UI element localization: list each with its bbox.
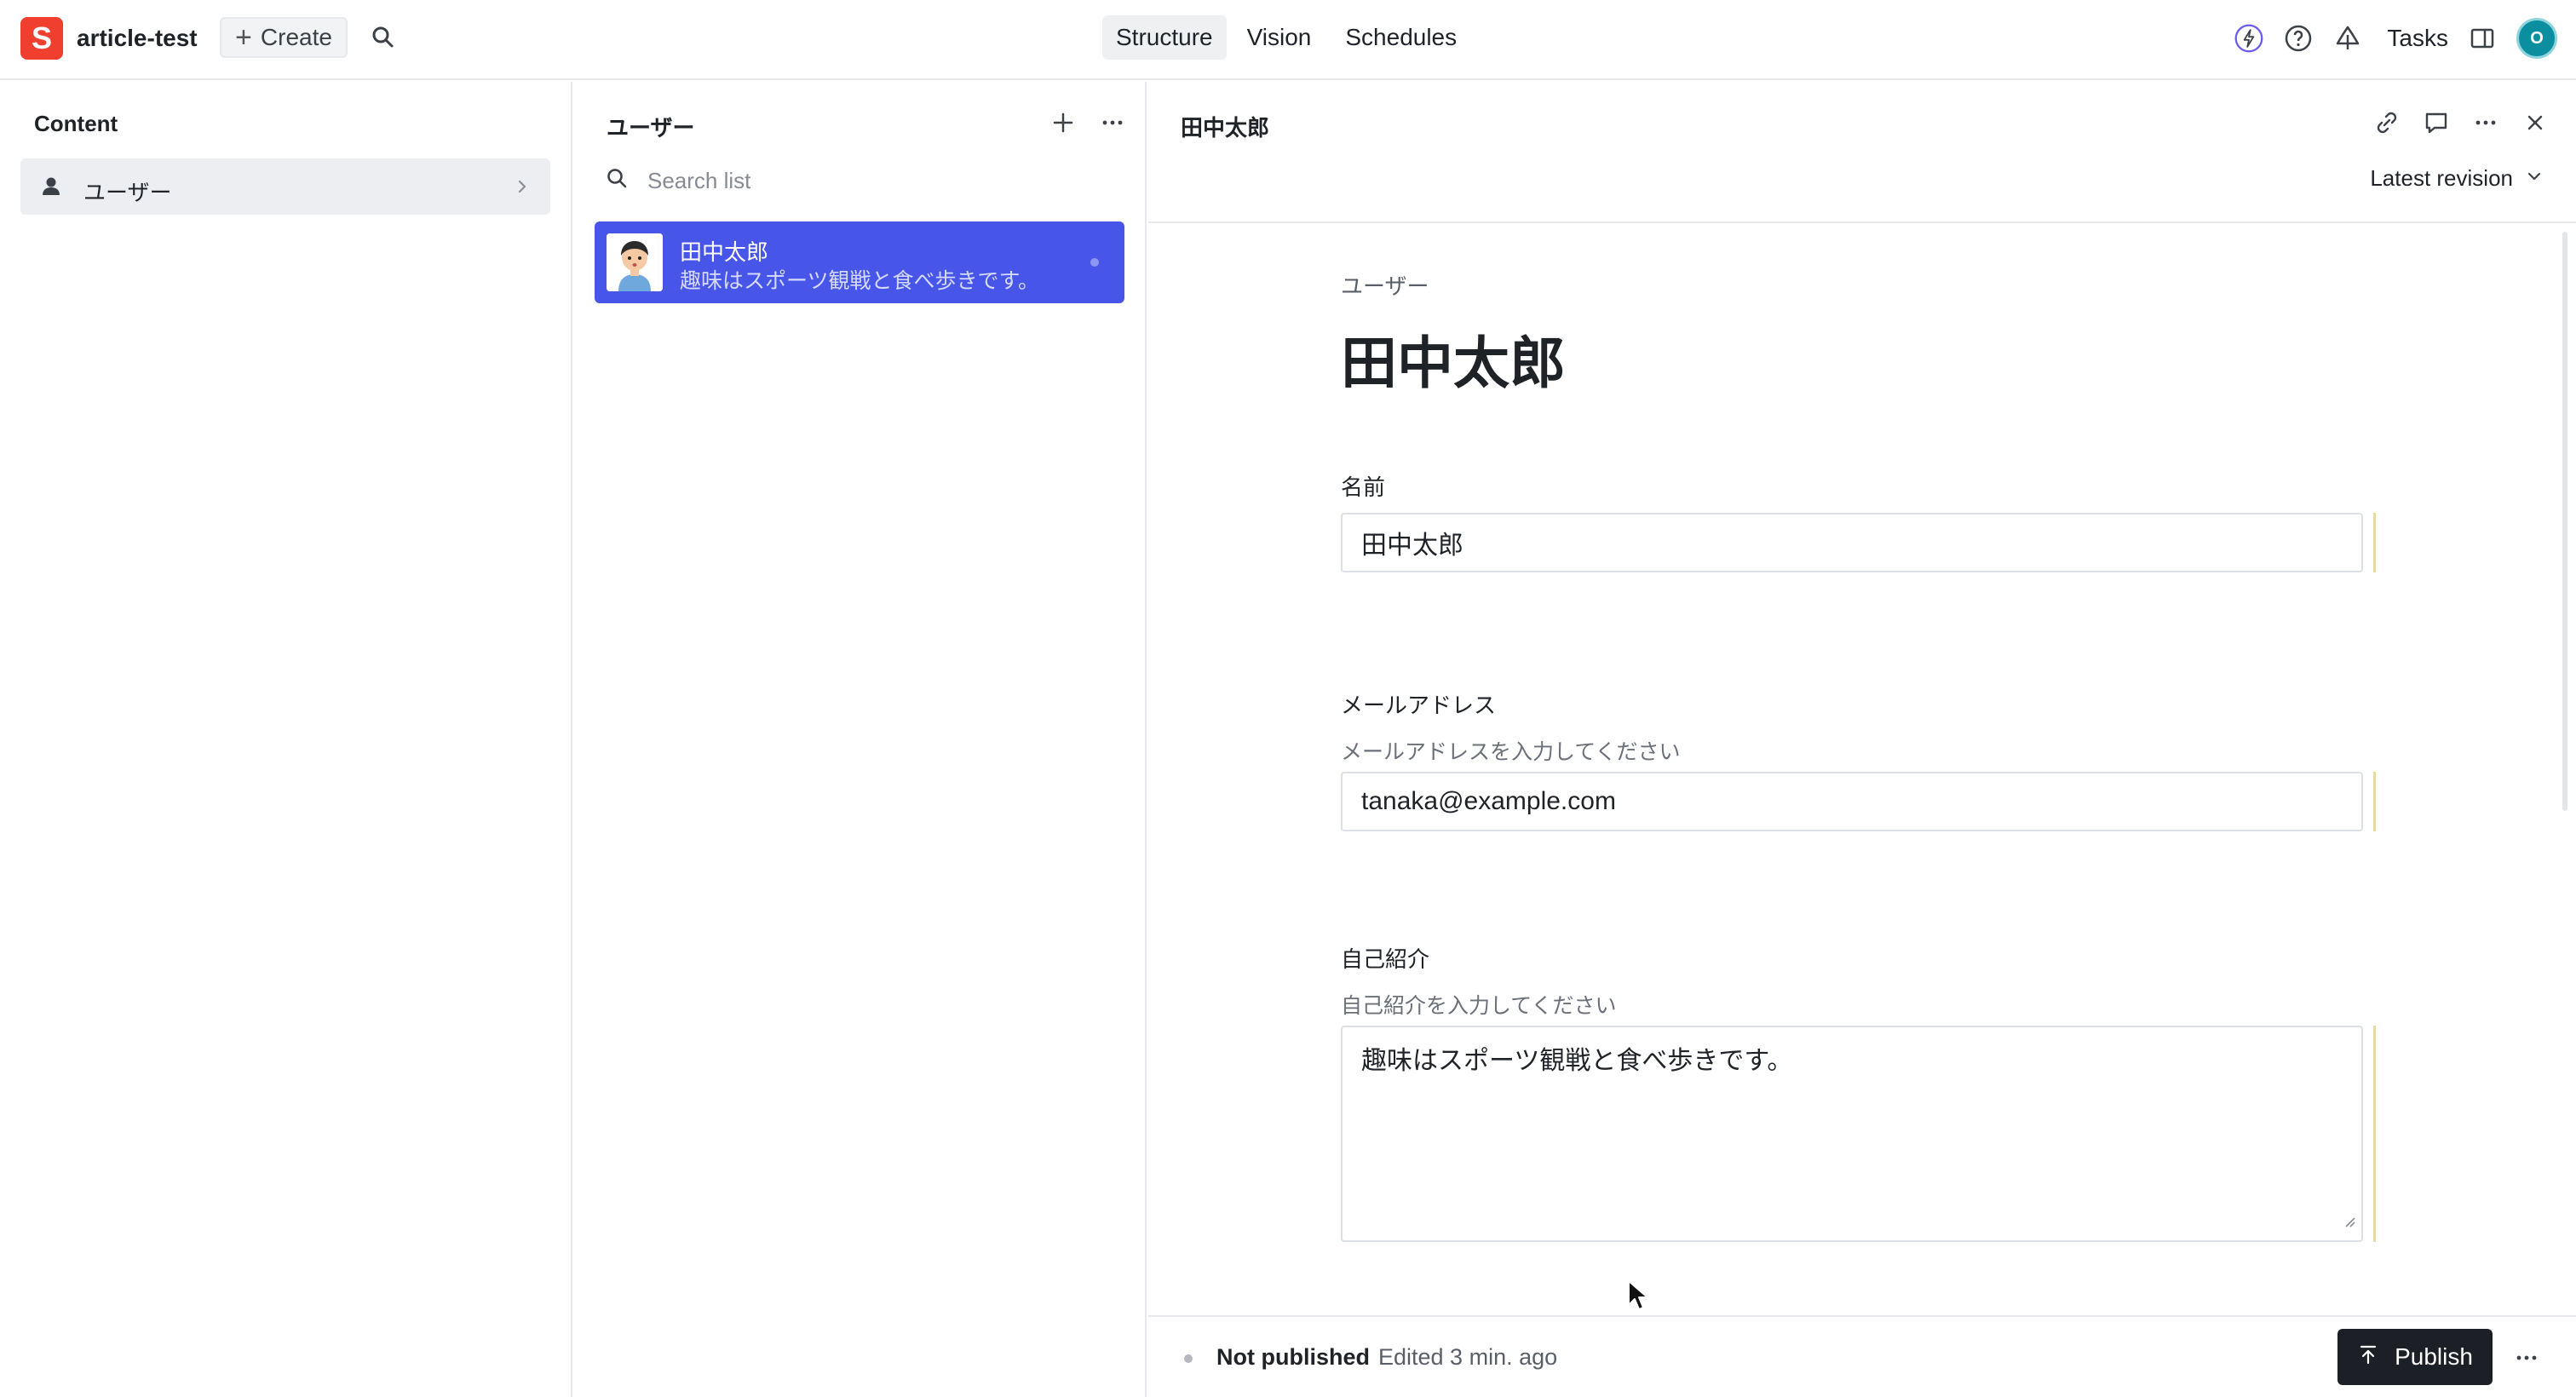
email-input[interactable]: tanaka@example.com	[1341, 772, 2363, 831]
link-icon[interactable]	[2372, 107, 2402, 142]
sanity-logo[interactable]: S	[20, 17, 63, 60]
list-item[interactable]: 田中太郎 趣味はスポーツ観戦と食べ歩きです。	[595, 221, 1124, 303]
publish-button[interactable]: Publish	[2337, 1329, 2493, 1385]
draft-status-dot	[1090, 258, 1099, 267]
bio-field-description: 自己紹介を入力してください	[1341, 994, 1617, 1018]
edited-timestamp: Edited 3 min. ago	[1378, 1344, 1558, 1370]
bio-textarea[interactable]: 趣味はスポーツ観戦と食べ歩きです。	[1341, 1026, 2363, 1242]
comment-icon[interactable]	[2421, 107, 2452, 142]
bolt-icon[interactable]	[2234, 23, 2264, 54]
document-list-pane: ユーザー 田中太郎 趣味はスポーツ観戦と食べ歩きで	[574, 82, 1147, 1397]
publish-icon	[2357, 1343, 2379, 1371]
user-avatar[interactable]: O	[2516, 18, 2557, 59]
change-indicator	[2373, 1026, 2376, 1242]
name-field-label: 名前	[1341, 474, 1386, 500]
revision-selector[interactable]: Latest revision	[2370, 165, 2544, 192]
project-name[interactable]: article-test	[77, 25, 198, 52]
top-navbar: S article-test + Create Structure Vision…	[0, 0, 2576, 80]
content-pane-title: Content	[34, 111, 118, 136]
more-actions-icon[interactable]	[2511, 1342, 2542, 1377]
list-search	[605, 164, 1116, 198]
document-type-label: ユーザー	[1341, 273, 1429, 299]
tasks-label[interactable]: Tasks	[2387, 25, 2448, 52]
scrollbar[interactable]	[2562, 232, 2567, 811]
resize-handle-icon[interactable]	[2343, 1206, 2356, 1235]
publish-status: Not published	[1216, 1344, 1370, 1370]
email-field: メールアドレス メールアドレスを入力してください tanaka@example.…	[1341, 688, 2383, 831]
tab-structure[interactable]: Structure	[1102, 15, 1227, 60]
document-header: 田中太郎 Latest revision	[1148, 82, 2576, 223]
bio-field-label: 自己紹介	[1341, 946, 1430, 972]
more-options-icon[interactable]	[2470, 107, 2501, 142]
chevron-right-icon	[513, 177, 532, 200]
help-icon[interactable]	[2283, 23, 2314, 54]
chevron-down-icon	[2525, 165, 2544, 192]
document-header-title: 田中太郎	[1181, 115, 1270, 141]
name-field: 名前 田中太郎	[1341, 470, 2383, 572]
panel-toggle-icon[interactable]	[2467, 23, 2498, 54]
community-icon[interactable]	[2332, 23, 2363, 54]
create-button[interactable]: + Create	[220, 17, 348, 58]
email-field-label: メールアドレス	[1341, 693, 1497, 718]
status-dot	[1184, 1354, 1193, 1363]
revision-label: Latest revision	[2370, 165, 2513, 191]
content-pane: Content ユーザー	[0, 82, 572, 1397]
person-icon	[39, 175, 63, 203]
mouse-cursor-icon	[1627, 1279, 1651, 1318]
content-item-label: ユーザー	[83, 180, 172, 205]
list-item-subtitle: 趣味はスポーツ観戦と食べ歩きです。	[680, 269, 1040, 293]
document-editor-pane: 田中太郎 Latest revision ユーザー 田中太郎 名前 田中太郎 メ…	[1148, 82, 2576, 1397]
document-heading: 田中太郎	[1341, 331, 1566, 394]
tab-vision[interactable]: Vision	[1233, 15, 1325, 60]
more-options-icon[interactable]	[1097, 107, 1128, 142]
search-icon	[605, 166, 630, 196]
document-form: ユーザー 田中太郎 名前 田中太郎 メールアドレス メールアドレスを入力してくだ…	[1341, 269, 2383, 1242]
top-right-actions: Tasks O	[2234, 17, 2557, 60]
document-actions	[2372, 107, 2550, 142]
tool-tabs: Structure Vision Schedules	[1102, 15, 1470, 60]
plus-icon: +	[235, 21, 252, 54]
change-indicator	[2373, 513, 2376, 572]
create-label: Create	[260, 24, 332, 50]
search-icon[interactable]	[368, 22, 399, 53]
document-footer: Not published Edited 3 min. ago Publish	[1148, 1315, 2576, 1397]
list-actions	[1048, 107, 1128, 142]
list-item-title: 田中太郎	[680, 239, 769, 265]
user-image-thumbnail	[607, 233, 663, 291]
content-item-users[interactable]: ユーザー	[20, 158, 550, 215]
close-icon[interactable]	[2520, 107, 2550, 142]
publish-label: Publish	[2395, 1343, 2473, 1370]
list-pane-title: ユーザー	[607, 115, 695, 141]
bio-text: 趣味はスポーツ観戦と食べ歩きです。	[1361, 1047, 1793, 1075]
email-field-description: メールアドレスを入力してください	[1341, 740, 1681, 764]
bio-field: 自己紹介 自己紹介を入力してください 趣味はスポーツ観戦と食べ歩きです。	[1341, 942, 2383, 1242]
change-indicator	[2373, 772, 2376, 831]
search-input[interactable]	[647, 167, 1073, 194]
tab-schedules[interactable]: Schedules	[1331, 15, 1470, 60]
name-input[interactable]: 田中太郎	[1341, 513, 2363, 572]
add-document-icon[interactable]	[1048, 107, 1078, 142]
